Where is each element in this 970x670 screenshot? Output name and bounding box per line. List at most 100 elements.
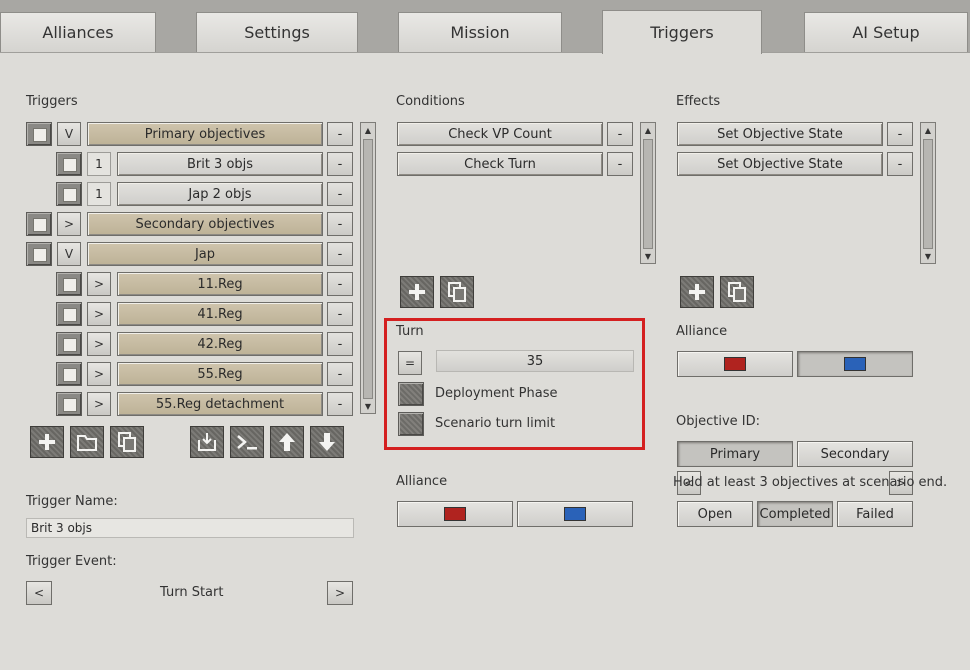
triggers-scrollbar[interactable]: ▲ ▼ bbox=[360, 122, 376, 414]
scroll-up-icon[interactable]: ▲ bbox=[362, 124, 374, 136]
condition-alliance-blue-button[interactable] bbox=[517, 501, 633, 527]
trigger-item[interactable]: 41.Reg bbox=[117, 302, 323, 326]
tab-alliances[interactable]: Alliances bbox=[0, 12, 156, 52]
scroll-thumb[interactable] bbox=[643, 139, 653, 249]
trigger-enabled-checkbox[interactable] bbox=[56, 332, 82, 356]
remove-trigger-button[interactable]: - bbox=[327, 392, 353, 416]
scroll-thumb[interactable] bbox=[923, 139, 933, 249]
trigger-expand-toggle[interactable]: V bbox=[57, 242, 81, 266]
trigger-enabled-checkbox[interactable] bbox=[56, 272, 82, 296]
import-icon bbox=[198, 433, 216, 451]
remove-trigger-button[interactable]: - bbox=[327, 182, 353, 206]
trigger-expand-toggle[interactable]: > bbox=[57, 212, 81, 236]
move-up-button[interactable] bbox=[270, 426, 304, 458]
duplicate-effect-button[interactable] bbox=[720, 276, 754, 308]
add-condition-button[interactable] bbox=[400, 276, 434, 308]
duplicate-condition-button[interactable] bbox=[440, 276, 474, 308]
trigger-enabled-checkbox[interactable] bbox=[56, 182, 82, 206]
copy-icon bbox=[448, 282, 466, 302]
effects-title: Effects bbox=[676, 94, 721, 109]
scroll-up-icon[interactable]: ▲ bbox=[642, 124, 654, 136]
remove-trigger-button[interactable]: - bbox=[327, 242, 353, 266]
trigger-enabled-checkbox[interactable] bbox=[56, 362, 82, 386]
trigger-item[interactable]: 55.Reg detachment bbox=[117, 392, 323, 416]
conditions-scrollbar[interactable]: ▲ ▼ bbox=[640, 122, 656, 264]
trigger-item[interactable]: Jap bbox=[87, 242, 323, 266]
state-completed-button[interactable]: Completed bbox=[757, 501, 833, 527]
trigger-event-value: Turn Start bbox=[160, 585, 224, 600]
trigger-expand-toggle[interactable]: > bbox=[87, 272, 111, 296]
scroll-up-icon[interactable]: ▲ bbox=[922, 124, 934, 136]
remove-trigger-button[interactable]: - bbox=[327, 302, 353, 326]
remove-trigger-button[interactable]: - bbox=[327, 362, 353, 386]
objective-description: Hold at least 3 objectives at scenario e… bbox=[673, 475, 948, 490]
state-failed-button[interactable]: Failed bbox=[837, 501, 913, 527]
trigger-item[interactable]: 11.Reg bbox=[117, 272, 323, 296]
move-down-button[interactable] bbox=[310, 426, 344, 458]
tab-label: Alliances bbox=[42, 23, 114, 42]
trigger-expand-toggle[interactable]: > bbox=[87, 362, 111, 386]
arrow-up-icon bbox=[279, 433, 295, 451]
remove-condition-button[interactable]: - bbox=[607, 122, 633, 146]
trigger-expand-toggle[interactable]: > bbox=[87, 302, 111, 326]
trigger-enabled-checkbox[interactable] bbox=[56, 152, 82, 176]
trigger-enabled-checkbox[interactable] bbox=[26, 212, 52, 236]
highlight-box bbox=[384, 318, 645, 450]
trigger-expand-toggle[interactable]: > bbox=[87, 392, 111, 416]
remove-effect-button[interactable]: - bbox=[887, 122, 913, 146]
scroll-thumb[interactable] bbox=[363, 139, 373, 399]
duplicate-trigger-button[interactable] bbox=[110, 426, 144, 458]
trigger-name-input[interactable]: Brit 3 objs bbox=[26, 518, 354, 538]
trigger-order-number: 1 bbox=[87, 152, 111, 176]
trigger-enabled-checkbox[interactable] bbox=[26, 242, 52, 266]
add-effect-button[interactable] bbox=[680, 276, 714, 308]
tab-triggers[interactable]: Triggers bbox=[602, 10, 762, 54]
trigger-enabled-checkbox[interactable] bbox=[56, 392, 82, 416]
add-folder-button[interactable] bbox=[70, 426, 104, 458]
objective-primary-button[interactable]: Primary bbox=[677, 441, 793, 467]
trigger-enabled-checkbox[interactable] bbox=[26, 122, 52, 146]
remove-trigger-button[interactable]: - bbox=[327, 152, 353, 176]
trigger-expand-toggle[interactable]: > bbox=[87, 332, 111, 356]
tab-ai-setup[interactable]: AI Setup bbox=[804, 12, 968, 52]
effect-alliance-red-button[interactable] bbox=[677, 351, 793, 377]
trigger-item[interactable]: Primary objectives bbox=[87, 122, 323, 146]
trigger-item[interactable]: 55.Reg bbox=[117, 362, 323, 386]
plus-icon bbox=[689, 284, 705, 300]
trigger-enabled-checkbox[interactable] bbox=[56, 302, 82, 326]
remove-condition-button[interactable]: - bbox=[607, 152, 633, 176]
event-next-button[interactable]: > bbox=[327, 581, 353, 605]
tab-mission[interactable]: Mission bbox=[398, 12, 562, 52]
condition-alliance-red-button[interactable] bbox=[397, 501, 513, 527]
scroll-down-icon[interactable]: ▼ bbox=[922, 250, 934, 262]
state-open-button[interactable]: Open bbox=[677, 501, 753, 527]
tab-label: AI Setup bbox=[852, 23, 920, 42]
event-prev-button[interactable]: < bbox=[26, 581, 52, 605]
trigger-expand-toggle[interactable]: V bbox=[57, 122, 81, 146]
remove-trigger-button[interactable]: - bbox=[327, 122, 353, 146]
trigger-item[interactable]: Secondary objectives bbox=[87, 212, 323, 236]
add-trigger-button[interactable] bbox=[30, 426, 64, 458]
red-swatch bbox=[444, 507, 466, 521]
import-trigger-button[interactable] bbox=[190, 426, 224, 458]
condition-item[interactable]: Check Turn bbox=[397, 152, 603, 176]
scroll-down-icon[interactable]: ▼ bbox=[362, 400, 374, 412]
effect-alliance-blue-button[interactable] bbox=[797, 351, 913, 377]
remove-trigger-button[interactable]: - bbox=[327, 272, 353, 296]
remove-effect-button[interactable]: - bbox=[887, 152, 913, 176]
objective-secondary-button[interactable]: Secondary bbox=[797, 441, 913, 467]
trigger-item[interactable]: 42.Reg bbox=[117, 332, 323, 356]
tab-label: Mission bbox=[450, 23, 510, 42]
tab-settings[interactable]: Settings bbox=[196, 12, 358, 52]
effects-scrollbar[interactable]: ▲ ▼ bbox=[920, 122, 936, 264]
scroll-down-icon[interactable]: ▼ bbox=[642, 250, 654, 262]
script-console-button[interactable] bbox=[230, 426, 264, 458]
trigger-item[interactable]: Jap 2 objs bbox=[117, 182, 323, 206]
blue-swatch bbox=[844, 357, 866, 371]
remove-trigger-button[interactable]: - bbox=[327, 212, 353, 236]
effect-item[interactable]: Set Objective State bbox=[677, 122, 883, 146]
effect-item[interactable]: Set Objective State bbox=[677, 152, 883, 176]
trigger-item[interactable]: Brit 3 objs bbox=[117, 152, 323, 176]
condition-item[interactable]: Check VP Count bbox=[397, 122, 603, 146]
remove-trigger-button[interactable]: - bbox=[327, 332, 353, 356]
